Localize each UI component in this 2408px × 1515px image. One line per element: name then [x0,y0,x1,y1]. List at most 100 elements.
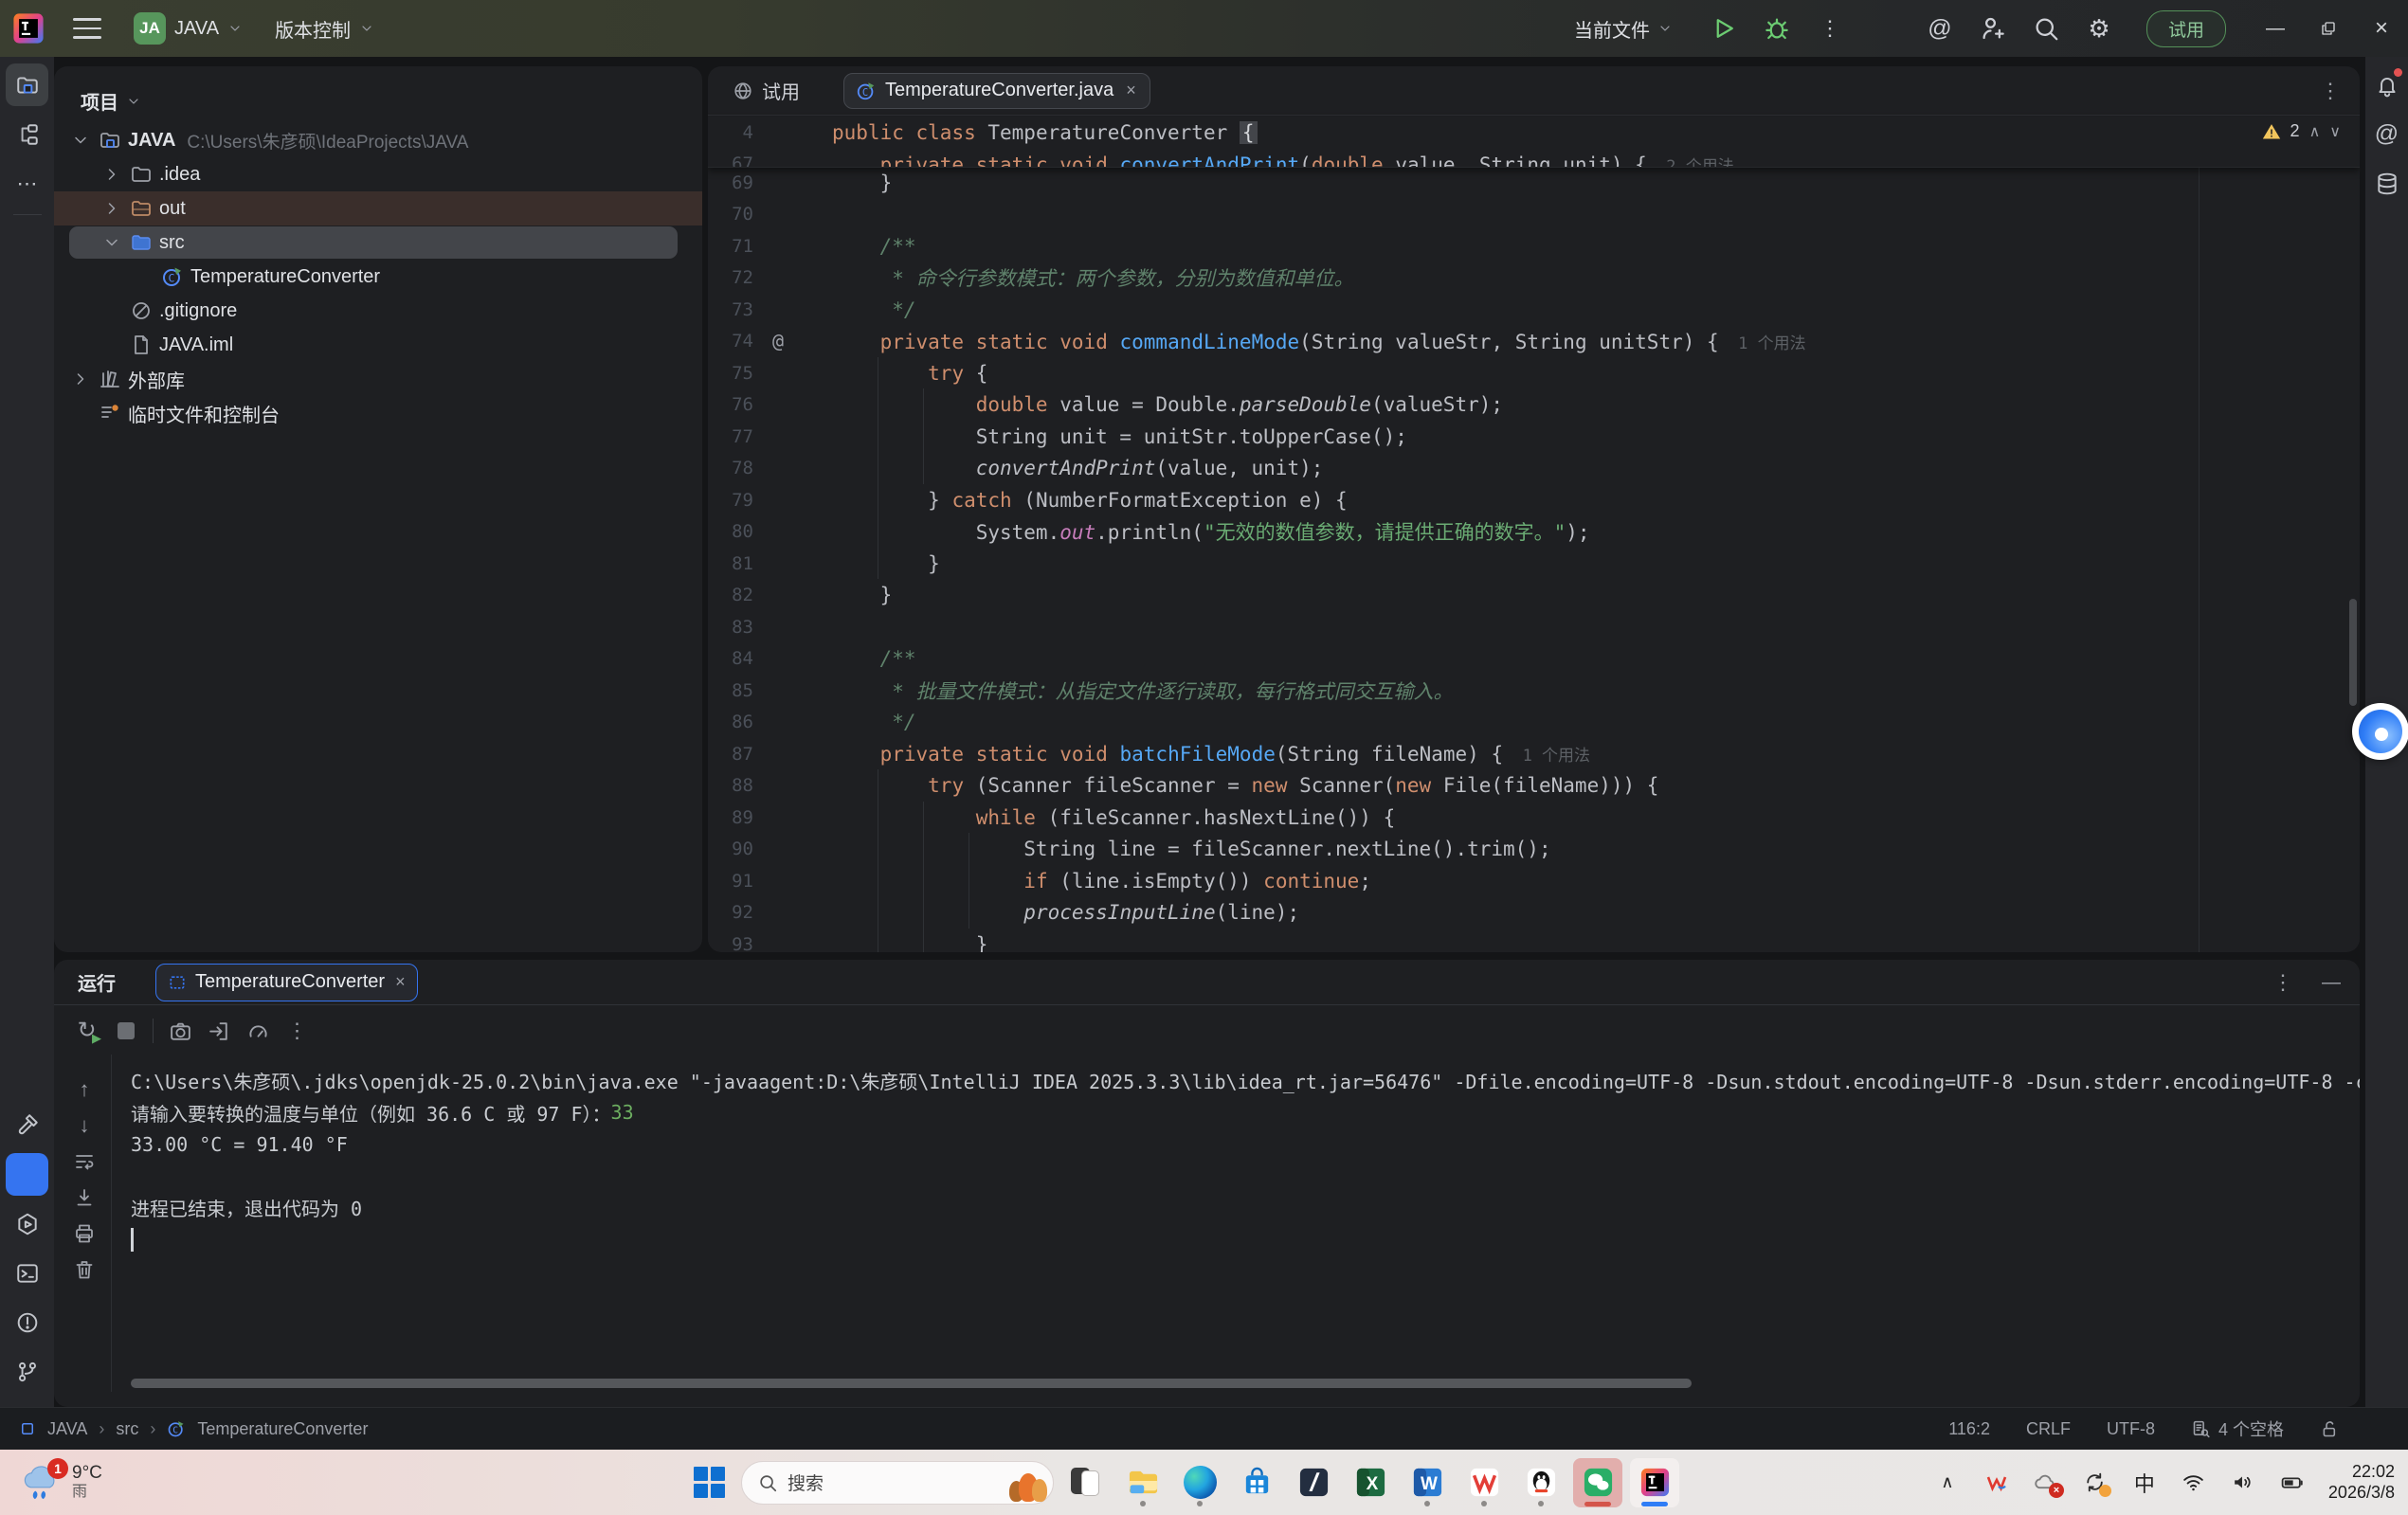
add-user-icon[interactable] [1979,14,2007,43]
project-panel-header[interactable]: 项目 [54,66,702,115]
chevron-right-icon[interactable] [71,370,90,388]
code-line[interactable]: 70 [708,199,2360,231]
arrow-down-icon[interactable]: ↓ [73,1114,96,1137]
code-line[interactable]: 85 * 批量文件模式：从指定文件逐行读取，每行格式同交互输入。 [708,675,2360,707]
maximize-button[interactable] [2302,0,2355,57]
code-line[interactable]: 78 convertAndPrint(value, unit); [708,453,2360,485]
settings-gear-icon[interactable]: ⚙ [2085,14,2113,43]
tree-item-node[interactable]: 临时文件和控制台 [54,396,702,430]
code-line[interactable]: 91 if (line.isEmpty()) continue; [708,865,2360,897]
code-line[interactable]: 77 String unit = unitStr.toUpperCase(); [708,421,2360,453]
tree-item-.gitignore[interactable]: .gitignore [54,294,702,328]
arrow-up-icon[interactable]: ↑ [73,1078,96,1101]
console-line[interactable]: 请输入要转换的温度与单位（例如 36.6 C 或 97 F）：33 [131,1097,2360,1129]
code-line[interactable]: 88 try (Scanner fileScanner = new Scanne… [708,770,2360,803]
console-output[interactable]: C:\Users\朱彦硕\.jdks\openjdk-25.0.2\bin\ja… [131,1065,2360,1255]
inspections-widget[interactable]: 2 ∧ ∨ [2262,121,2341,141]
tab-trial[interactable]: 试用 [733,77,800,104]
code-line[interactable]: 84 /** [708,643,2360,676]
readonly-toggle[interactable] [2320,1419,2340,1439]
console-line[interactable]: C:\Users\朱彦硕\.jdks\openjdk-25.0.2\bin\ja… [131,1065,2360,1097]
trial-button[interactable]: 试用 [2146,10,2226,47]
tree-item-TemperatureConverter[interactable]: C TemperatureConverter [54,260,702,294]
taskbar-app-wechat[interactable] [1573,1458,1622,1507]
start-button[interactable] [684,1458,733,1507]
project-widget[interactable]: JA JAVA [134,12,243,45]
clock-widget[interactable]: 22:02 2026/3/8 [2328,1462,2395,1503]
toolwindow-problems[interactable] [6,1301,48,1344]
tree-item-JAVA[interactable]: JAVAC:\Users\朱彦硕\IdeaProjects\JAVA [54,123,702,157]
more-v-icon[interactable]: ⋮ [1816,14,1844,43]
code-line[interactable]: 86 */ [708,707,2360,739]
ai-assistant-icon[interactable]: @ [1926,14,1954,43]
search-icon[interactable] [2032,14,2060,43]
code-line[interactable]: 4 public class TemperatureConverter { [708,117,2360,149]
code-line[interactable]: 93 } [708,929,2360,952]
taskbar-app-excel[interactable]: X [1346,1458,1395,1507]
tray-expand-icon[interactable]: ∧ [1934,1470,1961,1496]
code-line[interactable]: 79 } catch (NumberFormatException e) { [708,484,2360,516]
rerun-icon[interactable]: ↻▶ [75,1019,99,1043]
toolwindow-database[interactable] [2365,162,2408,205]
toolwindow-ai-assistant[interactable]: @ [2365,113,2408,155]
code-line[interactable]: 72 * 命令行参数模式：两个参数，分别为数值和单位。 [708,262,2360,295]
next-problem-icon[interactable]: ∨ [2329,122,2341,141]
toolwindow-services[interactable] [6,1202,48,1245]
printer-icon[interactable] [73,1222,96,1245]
close-run-tab-icon[interactable]: × [395,972,406,992]
floating-assistant-bubble[interactable] [2352,703,2408,760]
taskbar-app-word[interactable]: W [1403,1458,1452,1507]
toolwindow-more-h[interactable]: ⋯ [6,162,48,205]
console-line[interactable] [131,1224,2360,1256]
tree-item-out[interactable]: out [54,191,702,225]
search-highlights-icon[interactable] [1009,1464,1047,1502]
toolwindow-git-branch[interactable] [6,1350,48,1393]
tree-item-.idea[interactable]: .idea [54,157,702,191]
battery-icon[interactable] [2279,1470,2306,1496]
volume-icon[interactable] [2230,1470,2256,1496]
soft-wrap-icon[interactable] [73,1150,96,1173]
tree-item-src[interactable]: src [54,225,702,260]
code-line[interactable]: 74 @ private static void commandLineMode… [708,326,2360,358]
code-line[interactable]: 73 */ [708,294,2360,326]
more-options-icon[interactable]: ⋮ [2272,970,2293,995]
main-menu-button[interactable] [73,18,101,39]
vcs-widget[interactable]: 版本控制 [275,15,374,43]
code-line[interactable]: 83 [708,611,2360,643]
toolwindow-project-folder[interactable] [6,63,48,106]
taskbar-app-microsoft-store[interactable] [1232,1458,1281,1507]
code-line[interactable]: 90 String line = fileScanner.nextLine().… [708,834,2360,866]
editor-scrollbar[interactable] [2349,599,2357,706]
scroll-end-icon[interactable] [73,1186,96,1209]
run-configuration-widget[interactable]: 当前文件 [1574,15,1673,43]
cloud-error-icon[interactable]: × [2033,1470,2059,1496]
weather-widget[interactable]: 1 9°C 雨 [19,1462,102,1504]
taskbar-app-edge[interactable] [1175,1458,1224,1507]
chevron-right-icon[interactable] [102,165,121,184]
console-line[interactable]: 33.00 °C = 91.40 °F [131,1128,2360,1161]
code-line[interactable]: 75 try { [708,357,2360,389]
run-title[interactable]: 运行 [78,968,116,996]
console-h-scrollbar[interactable] [131,1379,1692,1388]
chevron-down-icon[interactable] [71,131,90,150]
breadcrumb-item[interactable]: JAVA [47,1419,87,1439]
console-line[interactable] [131,1161,2360,1193]
debug-bug-icon[interactable] [1763,14,1791,43]
code-line[interactable]: 67 private static void convertAndPrint(d… [708,149,2360,168]
sync-icon[interactable] [2082,1470,2109,1496]
prev-problem-icon[interactable]: ∧ [2309,122,2321,141]
code-line[interactable]: 89 while (fileScanner.hasNextLine()) { [708,802,2360,834]
code-line[interactable]: 92 processInputLine(line); [708,897,2360,929]
toolwindow-notifications-bell[interactable] [2365,63,2408,106]
ime-indicator[interactable]: 中 [2131,1470,2158,1496]
close-tab-icon[interactable]: × [1126,81,1136,100]
play-run-icon[interactable] [1710,14,1738,43]
taskbar-app-dark-app[interactable] [1289,1458,1338,1507]
code-area[interactable]: 69 } 70 71 /** 72 * 命令行参数模式：两个参数，分别为数值和单… [708,167,2360,952]
taskbar-app-task-view[interactable] [1061,1458,1111,1507]
stop-icon[interactable] [114,1019,137,1043]
tab-temperatureconverter[interactable]: C TemperatureConverter.java × [843,73,1150,109]
indent-widget[interactable]: 4 个空格 [2191,1416,2284,1441]
code-line[interactable]: 81 } [708,548,2360,580]
gauge-icon[interactable] [246,1019,270,1043]
